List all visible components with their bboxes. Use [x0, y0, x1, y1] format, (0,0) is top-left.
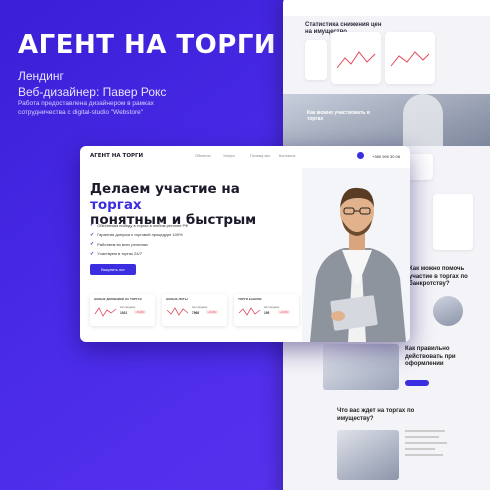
- side-checklist: [405, 426, 455, 460]
- benefit-list: ✓ Обеспечим победу в торгах в любом регио…: [90, 222, 188, 260]
- benefit-item: ✓ Работаем во всех регионах: [90, 241, 188, 247]
- side-q3: Что вас ждет на торгах по имуществу?: [337, 408, 415, 422]
- benefit-text: Участвуем в торгах 24/7: [97, 251, 142, 257]
- stat-card-banks[interactable]: Торги банков На продажу 195 -2.4%: [234, 294, 299, 326]
- side-q2: Как правильно действовать при оформлении: [405, 346, 456, 367]
- side-avatar: [433, 296, 463, 326]
- benefit-item: ✓ Участвуем в торгах 24/7: [90, 251, 188, 257]
- stat-value: 195: [264, 311, 270, 315]
- nav-link-contacts[interactable]: Контакты: [279, 154, 295, 158]
- stat-change: -2.4%: [278, 310, 290, 314]
- phone-icon[interactable]: [357, 152, 364, 159]
- side-photo-laptop: [337, 430, 399, 480]
- hero-line1: Делаем участие на: [90, 181, 240, 197]
- stat-change: -3.1%: [206, 310, 218, 314]
- cover-designer: Веб-дизайнер: Павер Рокс: [18, 85, 167, 99]
- stat-sparkline: [94, 307, 117, 317]
- phone-number[interactable]: +380 999 30 08: [372, 154, 400, 159]
- check-icon: ✓: [90, 250, 95, 257]
- side-photo-banner: Как можно участвовать в торгах: [283, 94, 490, 146]
- cover-note: Работа предоставлена дизайнером в рамках…: [18, 100, 154, 116]
- side-chart-1: [336, 51, 376, 69]
- check-icon: ✓: [90, 222, 95, 228]
- stat-label: Торги банков: [238, 297, 262, 301]
- stat-sparkline: [166, 307, 189, 316]
- nav-link-services[interactable]: Услуги: [223, 154, 235, 158]
- landing-preview: АГЕНТ НА ТОРГИ Объекты Услуги Почему мы …: [80, 146, 410, 342]
- benefit-item: ✓ Обеспечим победу в торгах в любом регио…: [90, 222, 188, 228]
- cover-title: АГЕНТ НА ТОРГИ: [18, 30, 277, 60]
- stat-caption: На продажу: [264, 305, 280, 309]
- landing-logo[interactable]: АГЕНТ НА ТОРГИ: [90, 153, 143, 159]
- hero-accent: торгах: [90, 196, 142, 213]
- hero-man-photo: [302, 168, 410, 342]
- side-banner-title: Как можно участвовать в торгах: [307, 110, 370, 122]
- cover-subtitle: Лендинг: [18, 69, 64, 83]
- side-info-card: [433, 194, 473, 250]
- side-q1: Как можно помочь участие в торгах по бан…: [409, 266, 468, 287]
- stat-label: Новые лоты: [166, 297, 188, 301]
- side-chart-card-1: [331, 32, 381, 84]
- stat-sparkline: [238, 307, 261, 316]
- stat-label: Новые должники на торгах: [94, 297, 142, 301]
- benefit-text: Гарантия допуска к торговой процедуре 10…: [97, 232, 183, 238]
- stat-card-debtors[interactable]: Новые должники на торгах На продажу 1922…: [90, 294, 155, 326]
- side-chart-2: [390, 51, 430, 67]
- check-icon: ✓: [90, 231, 95, 238]
- buy-lot-button[interactable]: Выкупить лот: [90, 264, 136, 275]
- stat-card-lots[interactable]: Новые лоты На продажу 7968 -3.1%: [162, 294, 227, 326]
- stat-caption: На продажу: [192, 305, 208, 309]
- side-banner-person: [403, 94, 443, 146]
- nav-link-objects[interactable]: Объекты: [195, 154, 211, 158]
- stat-change: -5.2%: [134, 310, 146, 314]
- stat-value: 1922: [120, 311, 128, 315]
- benefit-item: ✓ Гарантия допуска к торговой процедуре 1…: [90, 232, 188, 238]
- side-filter-card: [305, 40, 327, 80]
- side-chart-card-2: [385, 32, 435, 84]
- check-icon: ✓: [90, 241, 95, 248]
- stat-caption: На продажу: [120, 305, 136, 309]
- stat-value: 7968: [192, 311, 200, 315]
- side-more-button[interactable]: [405, 380, 429, 386]
- side-top-band: [283, 0, 490, 16]
- benefit-text: Обеспечим победу в торгах в любом регион…: [97, 222, 189, 228]
- side-photo-docs: [323, 344, 399, 390]
- benefit-text: Работаем во всех регионах: [97, 241, 149, 247]
- nav-link-why-us[interactable]: Почему мы: [250, 154, 270, 158]
